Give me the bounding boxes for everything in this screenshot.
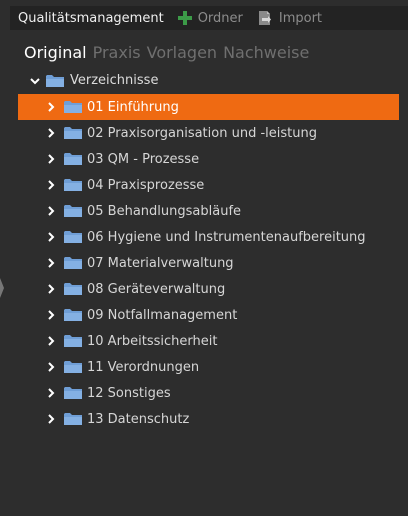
tree-item[interactable]: 11 Verordnungen xyxy=(18,354,399,380)
chevron-right-icon[interactable] xyxy=(47,414,55,424)
panel-edge-handle[interactable] xyxy=(0,278,4,298)
import-label: Import xyxy=(278,10,323,26)
tab-vorlagen[interactable]: Vorlagen xyxy=(147,43,217,62)
chevron-right-icon[interactable] xyxy=(47,180,55,190)
tree-item[interactable]: 10 Arbeitssicherheit xyxy=(18,328,399,354)
chevron-right-icon[interactable] xyxy=(47,388,55,398)
toolbar: Qualitätsmanagement Ordner Import xyxy=(10,6,408,30)
tree-item[interactable]: 05 Behandlungsabläufe xyxy=(18,198,399,224)
folder-icon xyxy=(64,205,82,217)
folder-icon xyxy=(46,74,64,87)
tree-root-label: Verzeichnisse xyxy=(70,73,159,88)
chevron-right-icon[interactable] xyxy=(47,232,55,242)
chevron-right-icon[interactable] xyxy=(47,128,55,138)
chevron-right-icon[interactable] xyxy=(47,336,55,346)
folder-icon xyxy=(64,309,82,321)
tree-item-label: 10 Arbeitssicherheit xyxy=(87,333,218,349)
app-title: Qualitätsmanagement xyxy=(18,10,164,26)
tab-praxis[interactable]: Praxis xyxy=(93,43,141,62)
new-folder-label: Ordner xyxy=(197,10,243,26)
tree-item[interactable]: 13 Datenschutz xyxy=(18,406,399,432)
tree-root[interactable]: Verzeichnisse xyxy=(30,73,158,88)
tree-item[interactable]: 01 Einführung xyxy=(18,94,399,120)
tree-item[interactable]: 08 Geräteverwaltung xyxy=(18,276,399,302)
folder-icon xyxy=(64,387,82,399)
tree-item[interactable]: 12 Sonstiges xyxy=(18,380,399,406)
tab-nachweise[interactable]: Nachweise xyxy=(223,43,309,62)
folder-icon xyxy=(64,127,82,139)
chevron-right-icon[interactable] xyxy=(47,154,55,164)
tree-item[interactable]: 04 Praxisprozesse xyxy=(18,172,399,198)
folder-icon xyxy=(64,257,82,269)
chevron-down-icon[interactable] xyxy=(30,76,40,86)
chevron-right-icon[interactable] xyxy=(47,310,55,320)
folder-icon xyxy=(64,283,82,295)
tree-item[interactable]: 03 QM - Prozesse xyxy=(18,146,399,172)
tree-item-label: 04 Praxisprozesse xyxy=(87,177,205,193)
tree-item-label: 02 Praxisorganisation und -leistung xyxy=(87,125,317,141)
chevron-right-icon[interactable] xyxy=(47,362,55,372)
tree-item-label: 06 Hygiene und Instrumentenaufbereitung xyxy=(87,229,366,245)
tree-item-label: 12 Sonstiges xyxy=(87,385,171,401)
tree-item-label: 01 Einführung xyxy=(87,99,179,115)
tab-original[interactable]: Original xyxy=(24,43,87,62)
folder-icon xyxy=(64,361,82,373)
import-button[interactable]: Import xyxy=(257,10,322,26)
folder-icon xyxy=(64,179,82,191)
tree-item-label: 11 Verordnungen xyxy=(87,359,200,375)
new-folder-button[interactable]: Ordner xyxy=(177,10,243,26)
tree-item-label: 05 Behandlungsabläufe xyxy=(87,203,242,219)
tree-item-label: 07 Materialverwaltung xyxy=(87,255,234,271)
folder-icon xyxy=(64,153,82,165)
tree-item-label: 08 Geräteverwaltung xyxy=(87,281,226,297)
plus-icon xyxy=(177,11,192,25)
chevron-right-icon[interactable] xyxy=(47,258,55,268)
import-icon xyxy=(258,11,271,25)
tree-item[interactable]: 09 Notfallmanagement xyxy=(18,302,399,328)
tree-item[interactable]: 06 Hygiene und Instrumentenaufbereitung xyxy=(18,224,399,250)
tree-item[interactable]: 02 Praxisorganisation und -leistung xyxy=(18,120,399,146)
folder-icon xyxy=(64,413,82,425)
chevron-right-icon[interactable] xyxy=(47,102,55,112)
tab-bar: Original Praxis Vorlagen Nachweise xyxy=(24,43,315,62)
folder-icon xyxy=(64,101,82,113)
tree-item-label: 03 QM - Prozesse xyxy=(87,151,200,167)
chevron-right-icon[interactable] xyxy=(47,284,55,294)
tree-item-label: 13 Datenschutz xyxy=(87,411,190,427)
folder-icon xyxy=(64,231,82,243)
tree-item[interactable]: 07 Materialverwaltung xyxy=(18,250,399,276)
tree-item-label: 09 Notfallmanagement xyxy=(87,307,238,323)
folder-icon xyxy=(64,335,82,347)
chevron-right-icon[interactable] xyxy=(47,206,55,216)
